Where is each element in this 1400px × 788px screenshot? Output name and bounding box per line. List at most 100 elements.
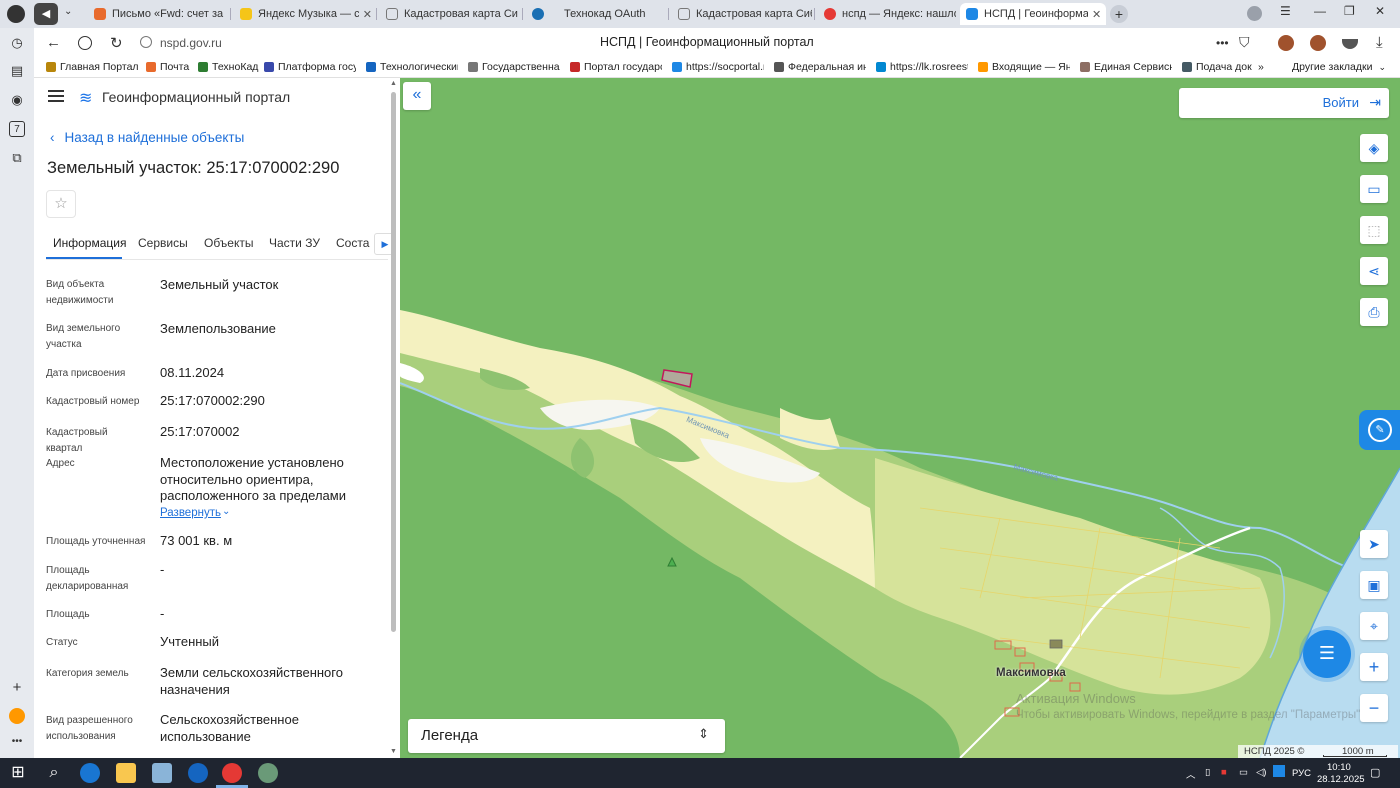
- chevron-down-icon[interactable]: ⌄: [222, 506, 230, 517]
- tab-parts[interactable]: Части ЗУ: [269, 236, 320, 250]
- bookmark-item[interactable]: ТехноКад: [198, 61, 260, 73]
- geo-search-button[interactable]: ⌖: [1360, 612, 1388, 640]
- favorite-button[interactable]: ☆: [46, 190, 76, 218]
- layers-button[interactable]: ◈: [1360, 134, 1388, 162]
- screenshot-icon[interactable]: ⧉: [9, 150, 25, 166]
- app-icon[interactable]: [188, 763, 208, 783]
- tray-app-icon[interactable]: [1273, 765, 1285, 777]
- volume-icon[interactable]: ◁): [1256, 767, 1266, 778]
- new-tab-icon[interactable]: +: [1110, 5, 1128, 23]
- tab-nspd-active[interactable]: НСПД | Геоинформаци ✕: [960, 3, 1106, 25]
- bookmark-item[interactable]: Федеральная инф: [774, 61, 866, 73]
- page-menu-icon[interactable]: •••: [1216, 36, 1229, 50]
- chat-assistant-button[interactable]: ☰: [1303, 630, 1351, 678]
- media-icon[interactable]: ◉: [9, 92, 25, 108]
- select-area-button[interactable]: ⬚: [1360, 216, 1388, 244]
- bookmark-item[interactable]: Портал государст: [570, 61, 662, 73]
- bookmark-item[interactable]: Почта: [146, 61, 194, 73]
- language-indicator[interactable]: РУС: [1292, 768, 1311, 779]
- tab-list-chevron-icon[interactable]: ⌄: [64, 6, 72, 17]
- tab-objects[interactable]: Объекты: [204, 236, 254, 250]
- close-window-icon[interactable]: ✕: [1375, 4, 1385, 18]
- zoom-in-button[interactable]: +: [1360, 653, 1388, 681]
- feedback-tab[interactable]: ✎: [1359, 410, 1400, 450]
- app-icon[interactable]: [258, 763, 278, 783]
- extension-icon[interactable]: [1342, 39, 1358, 49]
- speaker-tab-icon[interactable]: ◀: [34, 3, 58, 25]
- map-canvas[interactable]: Максимовка Максимовка: [400, 78, 1400, 758]
- internet-explorer-icon[interactable]: [80, 763, 100, 783]
- tab-mail[interactable]: Письмо «Fwd: счет за де: [88, 3, 226, 25]
- tab-composition[interactable]: Соста: [336, 236, 372, 250]
- hamburger-icon[interactable]: [48, 90, 64, 102]
- add-panel-icon[interactable]: +: [9, 680, 25, 696]
- site-info-icon[interactable]: [140, 36, 152, 48]
- history-icon[interactable]: ◷: [9, 35, 25, 51]
- tab-cadastral-map-1[interactable]: Кадастровая карта Сибир: [380, 3, 518, 25]
- more-bookmarks-button[interactable]: »: [1258, 61, 1264, 73]
- ruler-button[interactable]: ▭: [1360, 175, 1388, 203]
- print-button[interactable]: ⎙: [1360, 298, 1388, 326]
- legend-dropdown[interactable]: Легенда ⇕: [408, 719, 725, 753]
- logo-icon[interactable]: ≋: [79, 88, 92, 108]
- bookmark-icon[interactable]: ⛉: [1239, 34, 1250, 51]
- calendar-icon[interactable]: 7: [9, 121, 25, 137]
- back-arrow-icon[interactable]: ←: [46, 34, 61, 51]
- portal-name[interactable]: Геоинформационный портал: [102, 89, 290, 105]
- tray-expand-icon[interactable]: ︿: [1186, 767, 1196, 781]
- other-bookmarks-folder[interactable]: Другие закладки ⌄: [1292, 61, 1386, 73]
- protect-icon[interactable]: [78, 36, 92, 50]
- bookmark-item[interactable]: https://socportal.r: [672, 61, 764, 73]
- bookmark-item[interactable]: https://lk.rosreest: [876, 61, 968, 73]
- extension-icon[interactable]: [1278, 35, 1294, 51]
- browser-logo-icon[interactable]: [7, 5, 25, 23]
- bookmark-item[interactable]: Платформа госуд: [264, 61, 356, 73]
- zoom-out-button[interactable]: −: [1360, 694, 1388, 722]
- minimize-icon[interactable]: —: [1314, 4, 1326, 18]
- collapse-panel-button[interactable]: «: [403, 82, 431, 110]
- network-icon[interactable]: ▭: [1239, 767, 1248, 778]
- tab-technokad-oauth[interactable]: Технокад OAuth: [526, 3, 666, 25]
- scroll-up-icon[interactable]: ▲: [390, 80, 397, 87]
- app-icon[interactable]: [152, 763, 172, 783]
- file-explorer-icon[interactable]: [116, 763, 136, 783]
- restore-icon[interactable]: ❐: [1344, 4, 1355, 18]
- mail-app-icon[interactable]: [9, 708, 25, 724]
- clock-time[interactable]: 10:10: [1327, 762, 1351, 773]
- tab-yandex-search[interactable]: нспд — Яндекс: нашлось: [818, 3, 956, 25]
- url-text[interactable]: nspd.gov.ru: [160, 36, 222, 50]
- panel-scrollbar[interactable]: [391, 92, 396, 632]
- bookmark-item[interactable]: Государственная: [468, 61, 560, 73]
- bookmark-item[interactable]: Технологический: [366, 61, 458, 73]
- tab-information[interactable]: Информация: [53, 236, 126, 250]
- bookmark-item[interactable]: Главная Портал 3: [46, 61, 142, 73]
- reload-icon[interactable]: ↻: [110, 34, 123, 52]
- scroll-down-icon[interactable]: ▼: [390, 748, 397, 755]
- locate-button[interactable]: ➤: [1360, 530, 1388, 558]
- windows-start-icon[interactable]: ⊞: [8, 763, 28, 783]
- share-button[interactable]: ⋖: [1360, 257, 1388, 285]
- profile-avatar[interactable]: [1247, 6, 1262, 21]
- notifications-icon[interactable]: ▢: [1370, 766, 1380, 779]
- yandex-browser-icon[interactable]: [222, 763, 242, 783]
- minimap-button[interactable]: ▣: [1360, 571, 1388, 599]
- tab-cadastral-map-2[interactable]: Кадастровая карта Сибир: [672, 3, 812, 25]
- expand-address-link[interactable]: Развернуть: [160, 507, 221, 519]
- tab-yandex-music[interactable]: Яндекс Музыка — с ✕: [234, 3, 372, 25]
- bookmark-item[interactable]: Единая Сервисна: [1080, 61, 1172, 73]
- bookmark-item[interactable]: Входящие — Янд: [978, 61, 1070, 73]
- tray-app-icon[interactable]: ■: [1221, 767, 1227, 778]
- download-icon[interactable]: ⤓: [1376, 34, 1383, 51]
- tray-app-icon[interactable]: ▯: [1205, 767, 1210, 778]
- bookmark-item[interactable]: Подача док: [1182, 61, 1252, 73]
- clock-date[interactable]: 28.12.2025: [1317, 774, 1365, 785]
- collections-icon[interactable]: ▤: [9, 63, 25, 79]
- back-link[interactable]: ‹ Назад в найденные объекты: [50, 130, 244, 145]
- browser-menu-icon[interactable]: ☰: [1280, 4, 1291, 18]
- tab-close-icon[interactable]: ✕: [363, 8, 372, 21]
- tab-services[interactable]: Сервисы: [138, 236, 188, 250]
- login-button[interactable]: Войти ⇥: [1179, 88, 1389, 118]
- more-icon[interactable]: •••: [9, 734, 25, 750]
- search-icon[interactable]: ⌕: [44, 763, 64, 783]
- extension-icon[interactable]: [1310, 35, 1326, 51]
